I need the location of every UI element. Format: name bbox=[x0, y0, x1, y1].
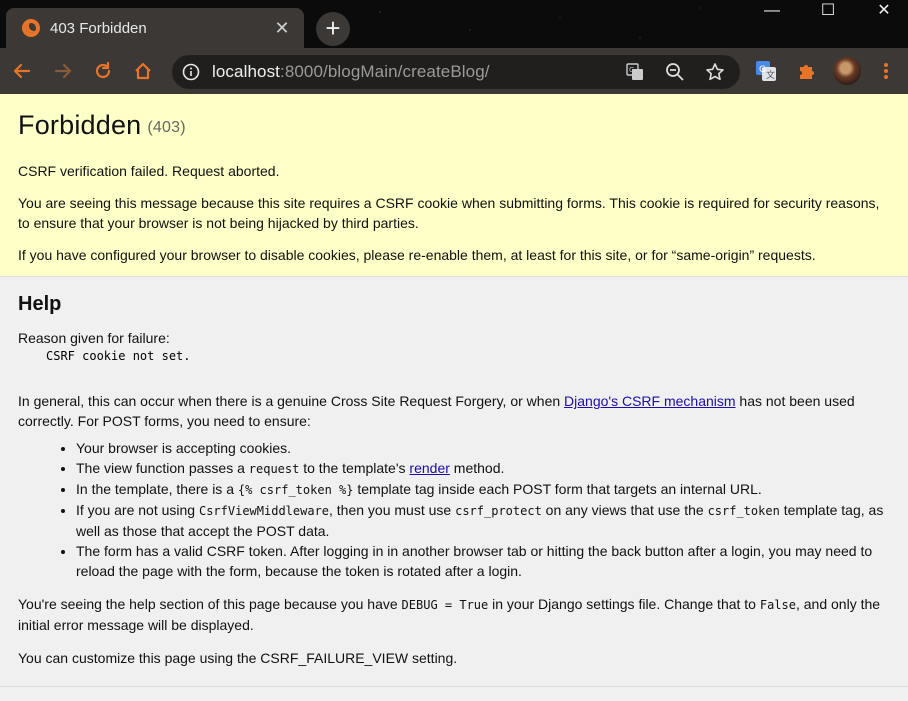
back-icon[interactable] bbox=[9, 58, 35, 84]
code-csrf-protect: csrf_protect bbox=[455, 504, 542, 518]
list-item: If you are not using CsrfViewMiddleware,… bbox=[76, 500, 890, 541]
menu-kebab-icon[interactable] bbox=[873, 58, 899, 84]
general-text-before: In general, this can occur when there is… bbox=[18, 393, 565, 409]
item-text: In the template, there is a bbox=[76, 481, 238, 497]
list-item: The form has a valid CSRF token. After l… bbox=[76, 541, 890, 581]
code-request: request bbox=[248, 462, 300, 476]
section-divider bbox=[0, 686, 908, 687]
bookmark-star-icon[interactable] bbox=[702, 59, 728, 85]
minimize-button[interactable]: — bbox=[744, 0, 800, 24]
cookies-paragraph: If you have configured your browser to d… bbox=[18, 247, 816, 263]
url-text[interactable]: localhost:8000/blogMain/createBlog/ bbox=[212, 62, 490, 82]
close-window-button[interactable]: ✕ bbox=[856, 0, 908, 24]
item-text: on any views that use the bbox=[541, 502, 708, 518]
tab-title: 403 Forbidden bbox=[50, 19, 147, 37]
tab-close-icon[interactable]: ✕ bbox=[272, 18, 292, 39]
page-content: Forbidden (403) CSRF verification failed.… bbox=[0, 94, 908, 701]
favicon-icon bbox=[22, 19, 40, 37]
reason-label: Reason given for failure: bbox=[18, 330, 170, 346]
google-translate-extension-icon[interactable]: G文 bbox=[753, 58, 779, 84]
tab-strip: 403 Forbidden ✕ + — ☐ ✕ bbox=[0, 0, 908, 48]
reload-icon[interactable] bbox=[90, 58, 116, 84]
title-text: Forbidden bbox=[18, 110, 142, 140]
reason-text: CSRF cookie not set. bbox=[46, 349, 191, 363]
translate-icon[interactable]: G bbox=[622, 59, 648, 85]
code-csrf-token: csrf_token bbox=[707, 504, 780, 518]
url-path: :8000/blogMain/createBlog/ bbox=[280, 62, 490, 81]
zoom-icon[interactable] bbox=[662, 59, 688, 85]
explanation-paragraph: You are seeing this message because this… bbox=[18, 195, 880, 231]
code-middleware: CsrfViewMiddleware bbox=[198, 504, 330, 518]
home-icon[interactable] bbox=[130, 58, 156, 84]
maximize-button[interactable]: ☐ bbox=[800, 0, 856, 24]
debug-text: You're seeing the help section of this p… bbox=[18, 596, 402, 612]
page-title: Forbidden (403) bbox=[18, 110, 890, 141]
requirements-list: Your browser is accepting cookies. The v… bbox=[76, 438, 890, 581]
general-paragraph: In general, this can occur when there is… bbox=[18, 391, 890, 431]
error-summary: Forbidden (403) CSRF verification failed.… bbox=[0, 94, 908, 277]
profile-avatar[interactable] bbox=[833, 57, 861, 85]
render-link[interactable]: render bbox=[409, 460, 449, 476]
list-item: The view function passes a request to th… bbox=[76, 458, 890, 479]
django-csrf-link[interactable]: Django's CSRF mechanism bbox=[564, 393, 736, 409]
forward-icon[interactable] bbox=[50, 58, 76, 84]
list-item: In the template, there is a {% csrf_toke… bbox=[76, 479, 890, 500]
new-tab-button[interactable]: + bbox=[316, 12, 350, 46]
item-text: If you are not using bbox=[76, 502, 199, 518]
item-text: , then you must use bbox=[329, 502, 456, 518]
list-item: Your browser is accepting cookies. bbox=[76, 438, 890, 458]
info-icon[interactable] bbox=[182, 63, 200, 81]
item-text: to the template's bbox=[299, 460, 410, 476]
customize-paragraph: You can customize this page using the CS… bbox=[18, 650, 458, 666]
code-debug-true: DEBUG = True bbox=[401, 598, 489, 612]
item-text: template tag inside each POST form that … bbox=[353, 481, 762, 497]
code-false: False bbox=[759, 598, 796, 612]
help-heading: Help bbox=[18, 293, 62, 315]
svg-text:G: G bbox=[629, 66, 634, 74]
debug-paragraph: You're seeing the help section of this p… bbox=[18, 594, 890, 635]
code-csrf-token-tag: {% csrf_token %} bbox=[237, 483, 354, 497]
svg-text:G: G bbox=[759, 65, 766, 75]
url-host: localhost bbox=[212, 62, 280, 81]
item-text: The view function passes a bbox=[76, 460, 249, 476]
error-message: CSRF verification failed. Request aborte… bbox=[18, 163, 280, 179]
help-section: Help Reason given for failure: CSRF cook… bbox=[0, 277, 908, 668]
svg-text:文: 文 bbox=[766, 69, 775, 81]
extensions-puzzle-icon[interactable] bbox=[793, 58, 819, 84]
address-bar[interactable]: localhost:8000/blogMain/createBlog/ G bbox=[172, 55, 740, 89]
item-text: method. bbox=[449, 460, 505, 476]
tab-active[interactable]: 403 Forbidden ✕ bbox=[6, 8, 304, 48]
debug-text: in your Django settings file. Change tha… bbox=[488, 596, 760, 612]
status-code: (403) bbox=[147, 119, 186, 136]
